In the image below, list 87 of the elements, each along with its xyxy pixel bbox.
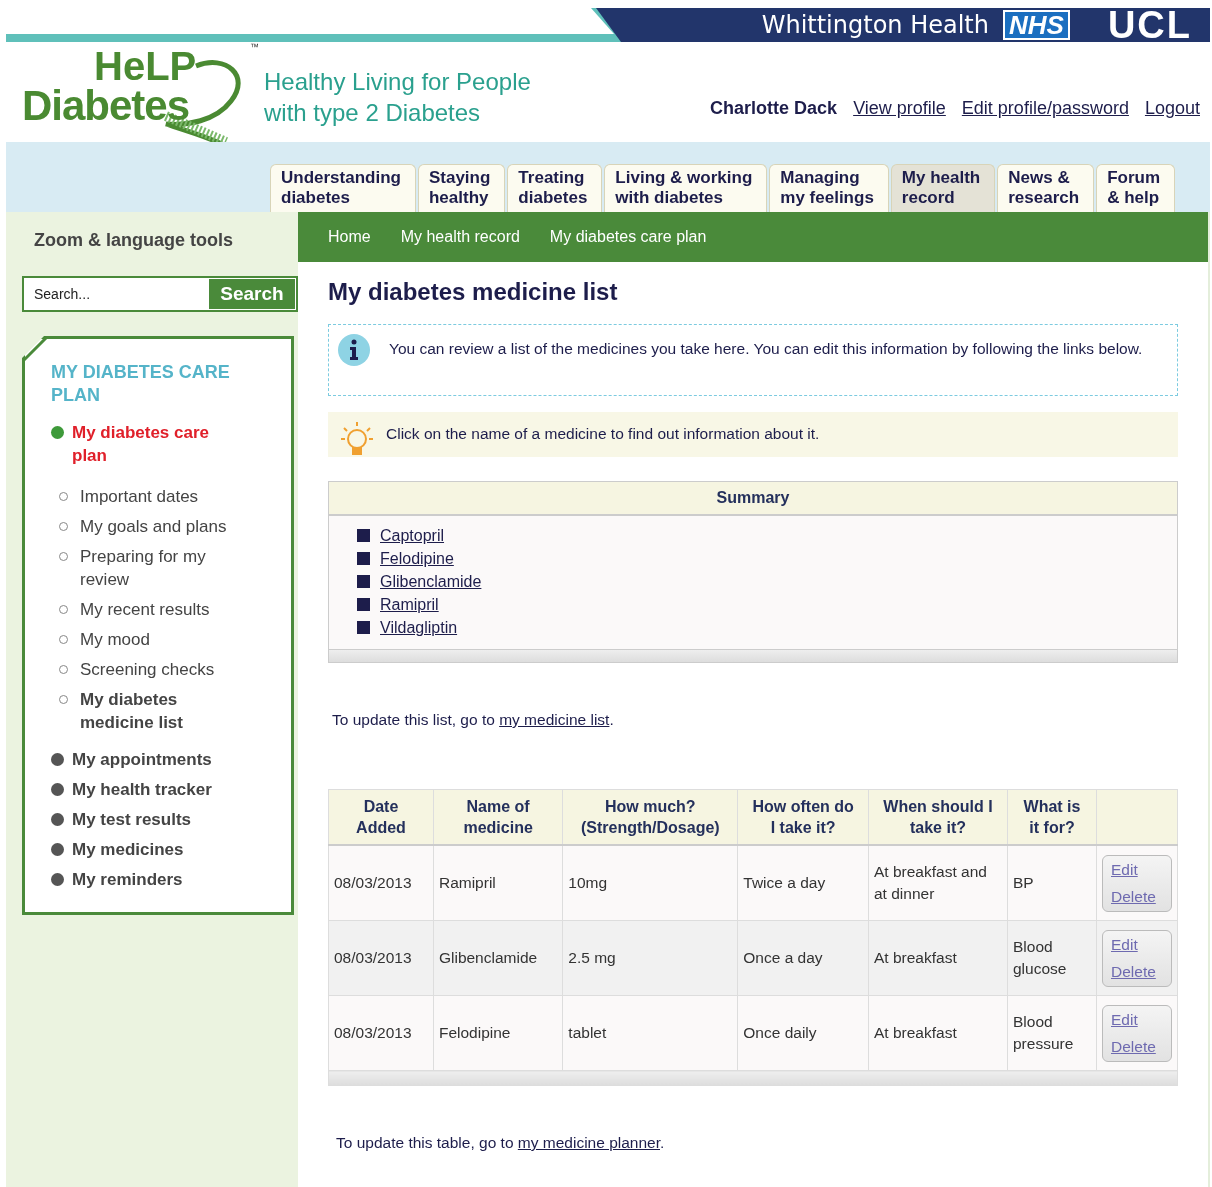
table-cell: Blood pressure — [1007, 995, 1097, 1071]
side-menu-item[interactable]: My health tracker — [72, 778, 242, 801]
side-menu-heading: MY DIABETES CARE PLAN — [51, 361, 231, 407]
tip-text: Click on the name of a medicine to find out information about it. — [386, 425, 820, 442]
table-cell: 2.5 mg — [562, 920, 738, 996]
tagline-text: Healthy Living for People — [264, 67, 531, 97]
zoom-language-tools-link[interactable]: Zoom & language tools — [34, 230, 233, 250]
side-menu-item[interactable]: My appointments — [72, 748, 242, 771]
medicine-link[interactable]: Vildagliptin — [380, 616, 458, 639]
breadcrumb-link[interactable]: My health record — [400, 228, 520, 246]
side-menu-item[interactable]: My mood — [80, 628, 230, 651]
side-menu-item[interactable]: My diabetes medicine list — [80, 688, 230, 734]
bullet-icon — [357, 529, 370, 542]
bullet-icon — [357, 552, 370, 565]
side-menu-item[interactable]: My goals and plans — [80, 515, 230, 538]
nhs-logo: NHS — [1003, 10, 1070, 40]
table-cell: BP — [1007, 845, 1097, 921]
summary-heading: Summary — [329, 482, 1177, 516]
side-menu-item[interactable]: My reminders — [72, 868, 242, 891]
table-cell: Twice a day — [737, 845, 869, 921]
bullet-icon — [357, 598, 370, 611]
action-link[interactable]: Delete — [1111, 960, 1163, 983]
user-name: Charlotte Dack — [710, 98, 838, 119]
medicine-link[interactable]: Felodipine — [380, 547, 454, 570]
side-menu-item[interactable]: Screening checks — [80, 658, 230, 681]
account-link[interactable]: View profile — [853, 98, 946, 119]
info-icon — [337, 333, 371, 367]
table-cell: At breakfast — [868, 920, 1008, 996]
ucl-logo: UCL — [1107, 8, 1192, 42]
medicine-link[interactable]: Captopril — [380, 524, 445, 547]
tagline-text: with type 2 Diabetes — [264, 98, 482, 128]
side-menu-item[interactable]: My test results — [72, 808, 242, 831]
side-menu-item[interactable]: Preparing for my review — [80, 545, 230, 591]
info-text: You can review a list of the medicines you take here. You can edit this information by following the links below. — [389, 340, 1143, 357]
side-menu-item[interactable]: My recent results — [80, 598, 230, 621]
table-cell: Ramipril — [433, 845, 563, 921]
medicine-link[interactable]: Glibenclamide — [380, 570, 482, 593]
breadcrumb-link[interactable]: My diabetes care plan — [549, 228, 707, 246]
column-header: How often do I take it? — [737, 789, 869, 845]
column-header: When should I take it? — [868, 789, 1008, 845]
table-cell: 08/03/2013 — [328, 845, 434, 921]
side-menu-item[interactable]: My diabetes care plan — [72, 421, 242, 467]
nav-tab[interactable]: Staying healthy — [417, 164, 506, 212]
side-menu-item[interactable]: My medicines — [72, 838, 242, 861]
table-cell: tablet — [562, 995, 738, 1071]
table-cell: Once daily — [737, 995, 869, 1071]
table-cell: 08/03/2013 — [328, 920, 434, 996]
trademark-mark: ™ — [250, 42, 259, 52]
action-link[interactable]: Delete — [1111, 885, 1163, 908]
side-menu-item[interactable]: Important dates — [80, 485, 230, 508]
nav-tab[interactable]: My health record — [890, 164, 996, 212]
table-cell: At breakfast — [868, 995, 1008, 1071]
update-note: To update this table, go to my medicine planner. — [336, 1134, 666, 1152]
bullet-icon — [357, 575, 370, 588]
breadcrumb-link[interactable]: Home — [328, 228, 371, 246]
action-link[interactable]: Edit — [1111, 933, 1163, 956]
table-cell: Blood glucose — [1007, 920, 1097, 996]
nav-tab[interactable]: News & research — [997, 164, 1095, 212]
column-header: How much? (Strength/Dosage) — [562, 789, 738, 845]
table-cell: 08/03/2013 — [328, 995, 434, 1071]
account-link[interactable]: Edit profile/password — [961, 98, 1129, 119]
medicine-link[interactable]: Ramipril — [380, 593, 439, 616]
page-title: My diabetes medicine list — [328, 278, 619, 306]
nav-tab[interactable]: Understanding diabetes — [270, 164, 416, 212]
search-field[interactable]: Search... Search — [22, 276, 298, 312]
table-cell: At breakfast and at dinner — [868, 845, 1008, 921]
table-cell: Glibenclamide — [433, 920, 563, 996]
table-cell: Once a day — [737, 920, 869, 996]
action-link[interactable]: Edit — [1111, 858, 1163, 881]
column-header: What is it for? — [1007, 789, 1097, 845]
column-header: Name of medicine — [433, 789, 563, 845]
nav-tab[interactable]: Forum & help — [1096, 164, 1176, 212]
organisation-name: Whittington Health — [761, 11, 989, 39]
inline-link[interactable]: my medicine list — [499, 711, 610, 728]
nav-tab[interactable]: Living & working with diabetes — [604, 164, 768, 212]
action-link[interactable]: Delete — [1111, 1035, 1163, 1058]
table-cell: Felodipine — [433, 995, 563, 1071]
inline-link[interactable]: my medicine planner — [517, 1134, 660, 1151]
table-cell: 10mg — [562, 845, 738, 921]
action-link[interactable]: Edit — [1111, 1008, 1163, 1031]
account-link[interactable]: Logout — [1144, 98, 1200, 119]
nav-tab[interactable]: Managing my feelings — [769, 164, 889, 212]
search-button[interactable]: Search — [208, 278, 296, 310]
nav-tab[interactable]: Treating diabetes — [507, 164, 603, 212]
bullet-icon — [357, 621, 370, 634]
update-note: To update this list, go to my medicine list. — [332, 711, 615, 729]
column-header: Date Added — [328, 789, 434, 845]
